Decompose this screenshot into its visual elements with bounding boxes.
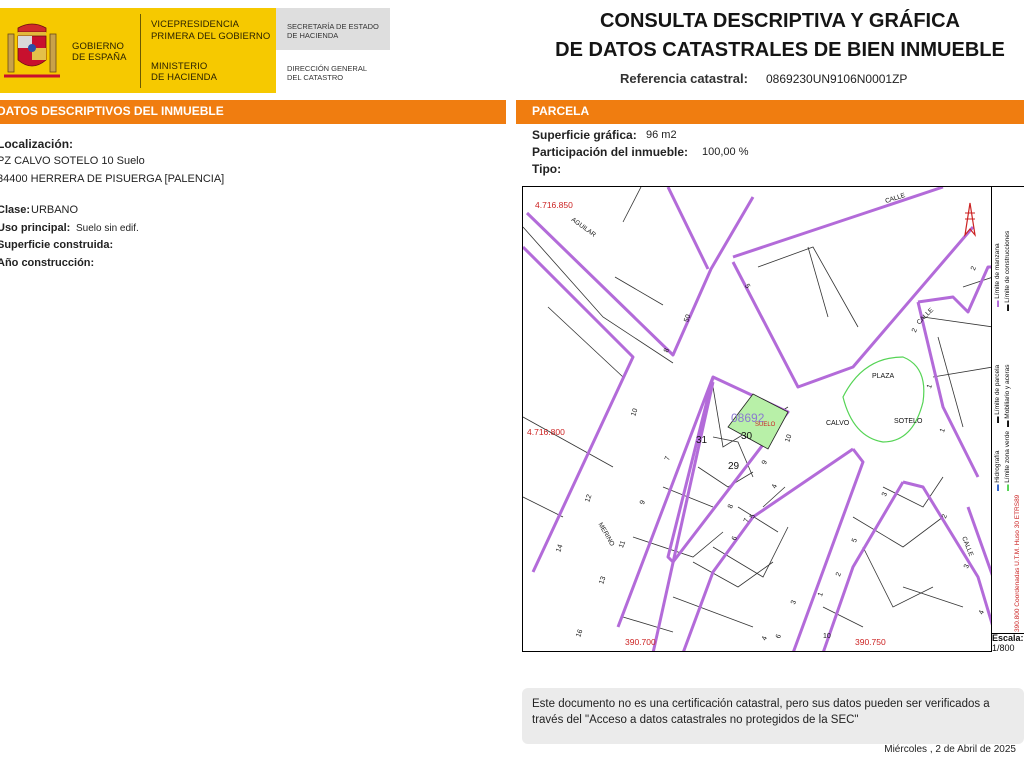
ministerio-line2: DE HACIENDA (151, 72, 218, 83)
cadastral-map[interactable]: 4.716.850 4.716.800 390.700 390.750 AGUI… (522, 186, 992, 652)
legend-limite-parcela: ▬ Límite de parcela (994, 364, 1001, 423)
anio-construccion-label: Año construcción: (0, 257, 95, 269)
direccion-line1: DIRECCIÓN GENERAL (287, 64, 368, 73)
document-title-line2: DE DATOS CATASTRALES DE BIEN INMUEBLE (555, 39, 1005, 61)
coord-top-left: 4.716.850 (535, 200, 573, 210)
tipo-label: Tipo: (532, 162, 562, 176)
map-legend: ▬ Límite de manzana ▬ Límite de parcela … (992, 186, 1024, 634)
section-parcela: PARCELA (516, 100, 1024, 122)
legend-coords-note: 390.800 Coordenadas U.T.M. Huso 30 ETRS8… (1014, 494, 1021, 632)
coord-bottom-2: 390.750 (855, 637, 886, 647)
street-calvo: CALVO (826, 420, 850, 427)
parcel-use: SUELO (755, 422, 776, 428)
ref-catastral-value: 0869230UN9106N0001ZP (766, 72, 908, 86)
street-sotelo: SOTELO (894, 418, 923, 425)
section-underline-right (516, 122, 1024, 124)
house-num: 10 (823, 633, 831, 640)
legend-mobiliario: ▬ Mobiliario y aceras (1004, 364, 1011, 428)
disclaimer-text: Este documento no es una certificación c… (532, 698, 990, 726)
secretaria-line1: SECRETARÍA DE ESTADO (287, 22, 379, 31)
clase-label: Clase: (0, 204, 31, 216)
ref-catastral-label: Referencia catastral: (620, 71, 748, 86)
ministerio-line1: MINISTERIO (151, 61, 208, 72)
street-plaza: PLAZA (872, 373, 895, 380)
parcel-num-29: 29 (728, 461, 740, 472)
superficie-grafica-label: Superficie gráfica: (532, 128, 637, 142)
escala-label: Escala: (992, 633, 1024, 643)
uso-principal-label: Uso principal: (0, 222, 71, 234)
localizacion-label: Localización: (0, 137, 74, 151)
document-title-line1: CONSULTA DESCRIPTIVA Y GRÁFICA (599, 10, 961, 32)
direccion-line2: DEL CATASTRO (287, 73, 344, 82)
escala-value: 1/800 (992, 643, 1015, 653)
legend-limite-manzana: ▬ Límite de manzana (994, 243, 1001, 307)
coat-of-arms-icon (4, 23, 60, 78)
coord-bottom-1: 390.700 (625, 637, 656, 647)
uso-principal-value: Suelo sin edif. (76, 223, 139, 234)
superficie-grafica-value: 96 m2 (646, 129, 677, 141)
vicepresidencia-line2: PRIMERA DEL GOBIERNO (151, 31, 271, 42)
gov-name-line1: GOBIERNO (72, 41, 125, 52)
participacion-label: Participación del inmueble: (532, 145, 689, 159)
section-underline-left (0, 122, 506, 124)
section-datos-descriptivos: DATOS DESCRIPTIVOS DEL INMUEBLE (0, 100, 506, 122)
document-date: Miércoles , 2 de Abril de 2025 (884, 744, 1016, 755)
secretaria-line2: DE HACIENDA (287, 31, 339, 40)
map-scale: Escala: 1/800 (992, 633, 1024, 653)
parcel-num-31: 31 (696, 435, 708, 446)
coord-mid-left: 4.716.800 (527, 427, 565, 437)
legend-zona-verde: ▬ Límite zona verde (1004, 431, 1011, 491)
address-line2: 34400 HERRERA DE PISUERGA [PALENCIA] (0, 173, 225, 185)
legend-hidrografia: ▬ Hidrografía (994, 450, 1001, 491)
legend-limite-construcciones: ▬ Límite de construcciones (1004, 230, 1011, 311)
clase-value: URBANO (31, 204, 79, 216)
gov-name-line2: DE ESPAÑA (72, 52, 127, 63)
green-zone-plaza (842, 356, 925, 443)
vicepresidencia-line1: VICEPRESIDENCIA (151, 19, 240, 30)
address-line1: PZ CALVO SOTELO 10 Suelo (0, 155, 145, 167)
superficie-construida-label: Superficie construida: (0, 239, 114, 251)
parcel-num-30: 30 (741, 431, 753, 442)
header-divider (140, 14, 141, 88)
north-arrow-icon (964, 202, 976, 238)
participacion-value: 100,00 % (702, 146, 749, 158)
